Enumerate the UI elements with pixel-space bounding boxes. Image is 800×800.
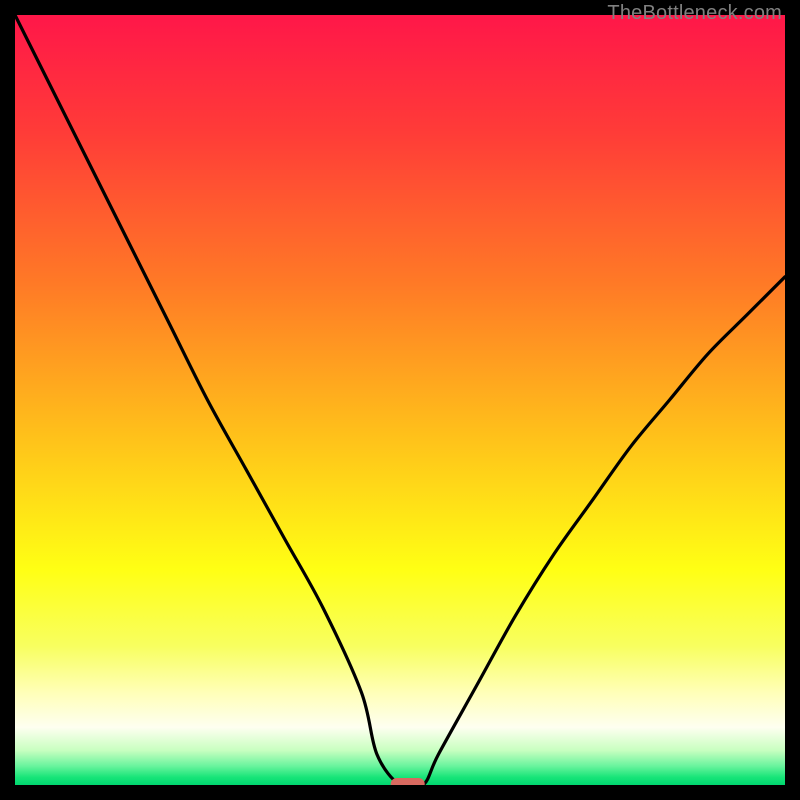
bottleneck-curve (15, 15, 785, 785)
watermark-text: TheBottleneck.com (607, 2, 782, 25)
plot-area (15, 15, 785, 785)
chart-stage: TheBottleneck.com (0, 0, 800, 800)
optimum-marker (391, 778, 425, 785)
